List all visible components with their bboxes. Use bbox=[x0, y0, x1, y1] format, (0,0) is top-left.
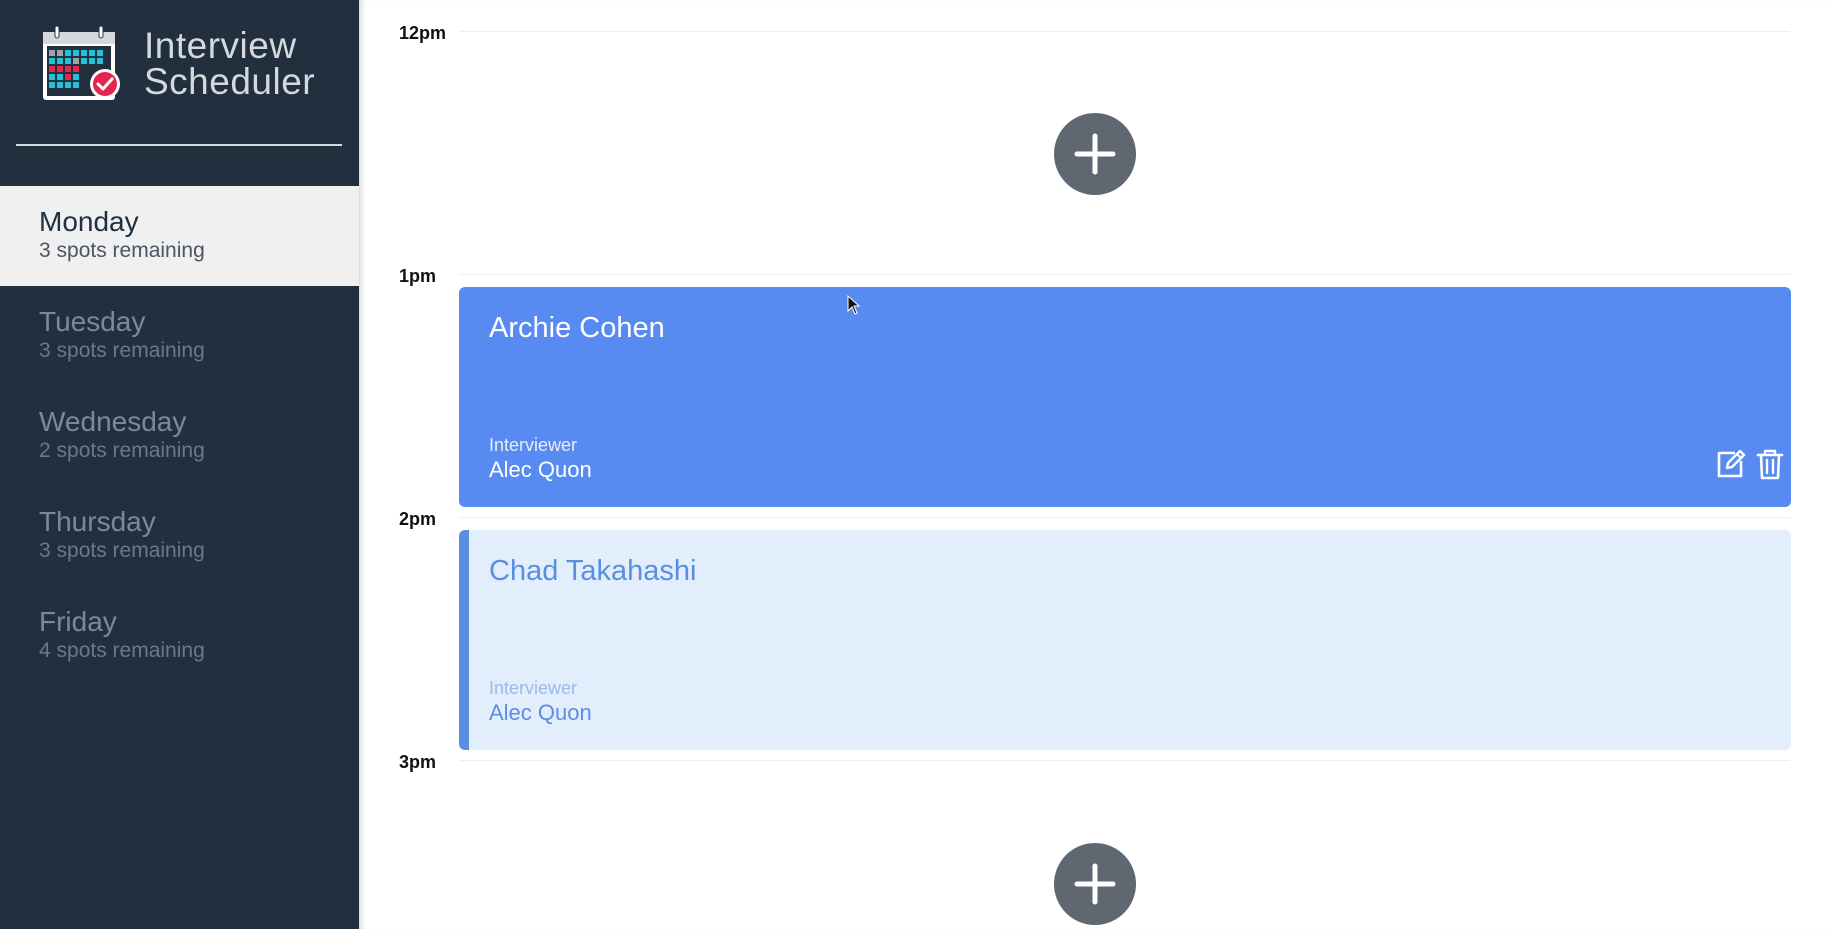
time-separator bbox=[459, 760, 1790, 761]
interviewer-name: Alec Quon bbox=[489, 700, 592, 725]
day-name: Tuesday bbox=[39, 306, 146, 337]
day-item-friday[interactable]: Friday 4 spots remaining bbox=[0, 586, 359, 686]
time-label-12pm: 12pm bbox=[399, 23, 447, 43]
plus-icon bbox=[1074, 863, 1116, 905]
time-label-3pm: 3pm bbox=[399, 752, 437, 772]
day-item-thursday[interactable]: Thursday 3 spots remaining bbox=[0, 486, 359, 586]
day-item-tuesday[interactable]: Tuesday 3 spots remaining bbox=[0, 286, 359, 386]
student-name: Chad Takahashi bbox=[489, 555, 697, 587]
day-spots: 3 spots remaining bbox=[39, 539, 205, 562]
sidebar-divider bbox=[16, 144, 342, 146]
plus-icon bbox=[1074, 133, 1116, 175]
day-name: Wednesday bbox=[39, 406, 187, 437]
day-list: Monday 3 spots remaining Tuesday 3 spots… bbox=[0, 186, 359, 686]
student-name: Archie Cohen bbox=[489, 312, 665, 344]
day-name: Friday bbox=[39, 606, 117, 637]
day-spots: 4 spots remaining bbox=[39, 639, 205, 662]
brand: Interview Scheduler bbox=[41, 24, 315, 104]
app-title-line2: Scheduler bbox=[144, 61, 316, 102]
time-separator bbox=[459, 517, 1790, 518]
appointment-card[interactable]: Archie Cohen Interviewer Alec Quon bbox=[459, 287, 1791, 507]
interviewer-label: Interviewer bbox=[489, 678, 578, 698]
day-item-wednesday[interactable]: Wednesday 2 spots remaining bbox=[0, 386, 359, 486]
edit-icon[interactable] bbox=[1713, 447, 1747, 481]
sidebar: Interview Scheduler Monday 3 spots remai… bbox=[0, 0, 359, 929]
day-spots: 2 spots remaining bbox=[39, 439, 205, 462]
calendar-check-icon bbox=[43, 25, 120, 100]
appointment-card[interactable]: Chad Takahashi Interviewer Alec Quon bbox=[459, 530, 1791, 750]
day-name: Monday bbox=[39, 206, 139, 237]
interviewer-name: Alec Quon bbox=[489, 457, 592, 482]
schedule: 12pm 1pm Archie Cohen Interviewer Alec Q… bbox=[359, 0, 1831, 929]
time-separator bbox=[459, 274, 1790, 275]
day-spots: 3 spots remaining bbox=[39, 339, 205, 362]
time-label-2pm: 2pm bbox=[399, 509, 437, 529]
day-name: Thursday bbox=[39, 506, 156, 537]
add-appointment-button[interactable] bbox=[1054, 113, 1136, 195]
day-item-monday[interactable]: Monday 3 spots remaining bbox=[0, 186, 359, 286]
mouse-cursor-icon bbox=[847, 295, 861, 315]
day-spots: 3 spots remaining bbox=[39, 239, 205, 262]
interviewer-label: Interviewer bbox=[489, 435, 578, 455]
trash-icon[interactable] bbox=[1753, 447, 1787, 481]
app-title-line1: Interview bbox=[144, 25, 297, 66]
time-label-1pm: 1pm bbox=[399, 266, 437, 286]
time-separator bbox=[459, 31, 1790, 32]
app-title: Interview Scheduler bbox=[144, 25, 316, 102]
add-appointment-button[interactable] bbox=[1054, 843, 1136, 925]
